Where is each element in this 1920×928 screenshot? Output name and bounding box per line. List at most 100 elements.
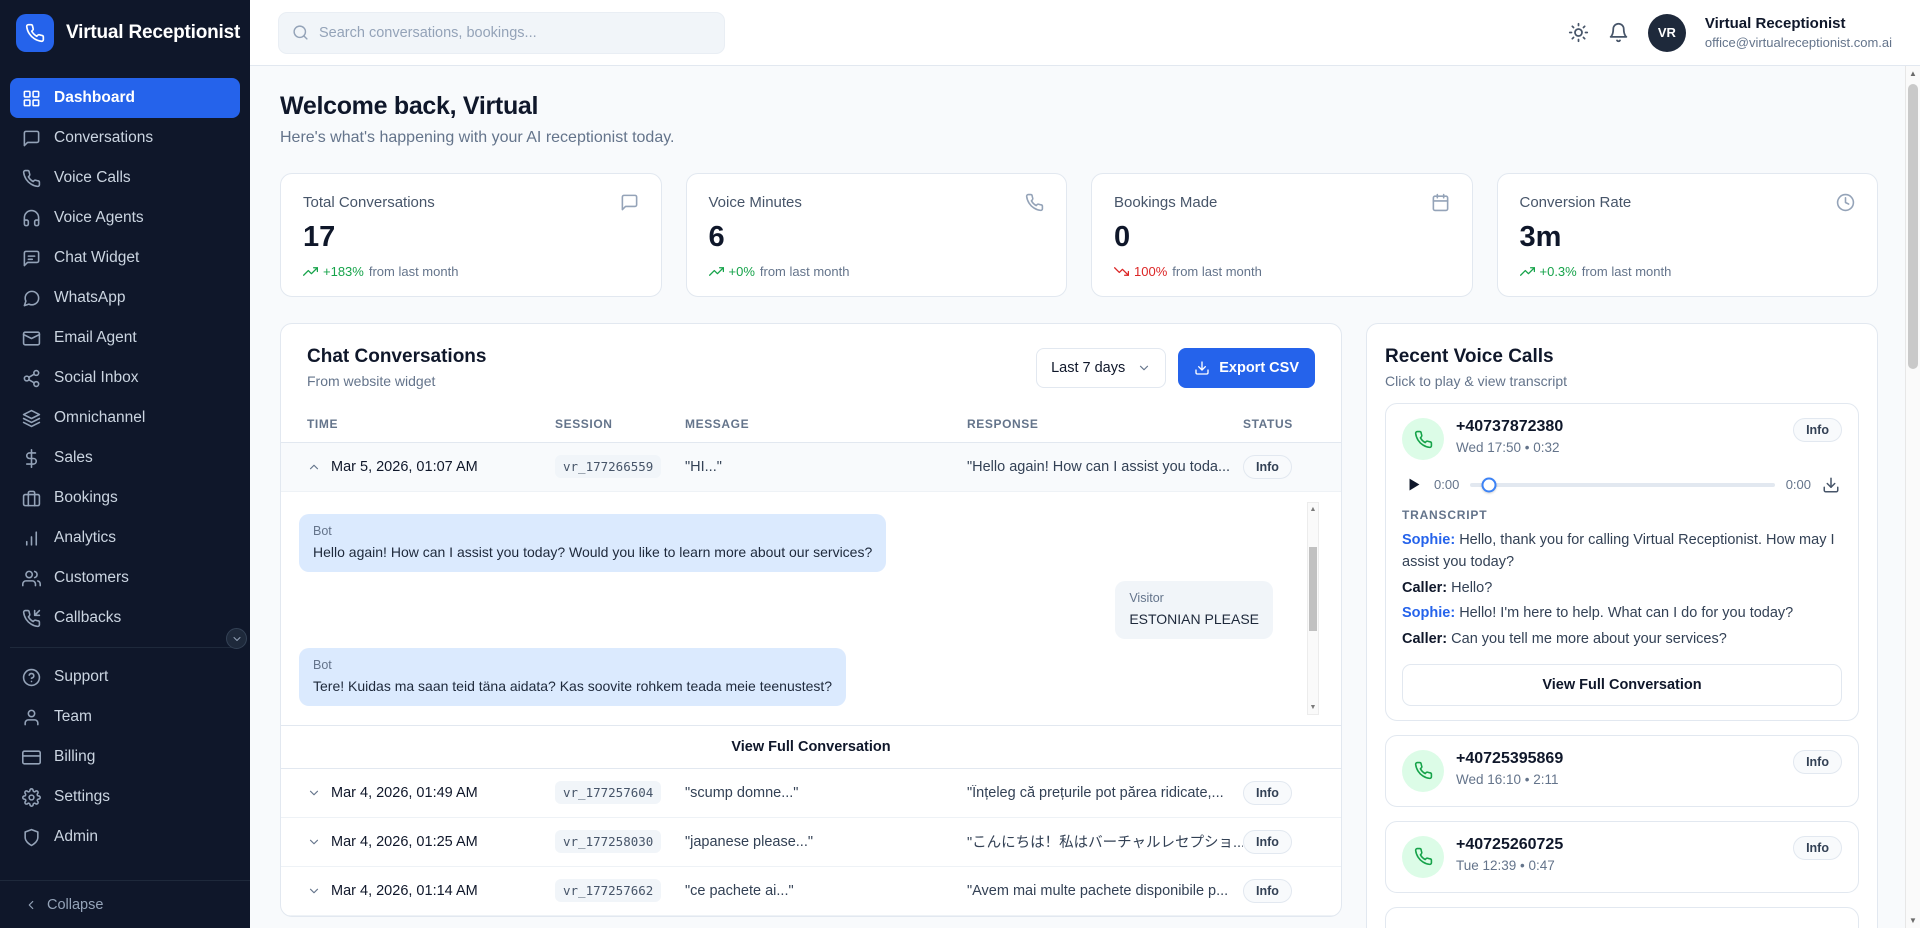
download-recording-button[interactable] <box>1822 476 1840 494</box>
sidebar-item-chat-widget[interactable]: Chat Widget <box>10 238 240 278</box>
sidebar-item-billing[interactable]: Billing <box>10 737 240 777</box>
stat-delta: +183% <box>323 264 364 279</box>
session-id: vr_177266559 <box>555 455 661 478</box>
sidebar-item-omnichannel[interactable]: Omnichannel <box>10 398 240 438</box>
theme-toggle-button[interactable] <box>1568 22 1589 43</box>
sidebar-item-support[interactable]: Support <box>10 657 240 697</box>
chevron-down-icon[interactable] <box>307 884 321 898</box>
team-icon <box>22 708 41 727</box>
app-logo <box>16 14 54 52</box>
session-id: vr_177258030 <box>555 830 661 853</box>
stat-card-conversion-rate: Conversion Rate 3m +0.3% from last month <box>1497 173 1879 297</box>
message-preview: "HI..." <box>685 459 967 475</box>
play-button[interactable] <box>1404 475 1423 494</box>
sidebar-item-whatsapp[interactable]: WhatsApp <box>10 278 240 318</box>
download-icon <box>1194 360 1210 376</box>
call-meta: Wed 17:50 • 0:32 <box>1456 440 1563 455</box>
search-input[interactable] <box>319 25 711 41</box>
stat-delta: +0% <box>729 264 755 279</box>
scrollbar-thumb[interactable] <box>1309 547 1317 631</box>
table-row[interactable]: Mar 4, 2026, 01:25 AM vr_177258030 "japa… <box>281 818 1341 867</box>
users-icon <box>22 569 41 588</box>
table-row[interactable]: Mar 4, 2026, 01:49 AM vr_177257604 "scum… <box>281 769 1341 818</box>
sidebar-nav: Dashboard Conversations Voice Calls Voic… <box>0 66 250 638</box>
response-preview: "こんにちは！私はバーチャルレセプショ... <box>967 831 1243 852</box>
stat-delta: +0.3% <box>1540 264 1577 279</box>
sidebar-item-dashboard[interactable]: Dashboard <box>10 78 240 118</box>
table-header: TIME SESSION MESSAGE RESPONSE STATUS <box>281 405 1341 443</box>
table-row[interactable]: Mar 4, 2026, 01:14 AM vr_177257662 "ce p… <box>281 867 1341 916</box>
stat-delta-note: from last month <box>760 264 850 279</box>
phone-icon <box>25 23 45 43</box>
chevron-up-icon[interactable] <box>307 460 321 474</box>
trending-up-icon <box>303 264 318 279</box>
chat-bubble-icon <box>22 129 41 148</box>
scroll-down-arrow[interactable]: ▼ <box>1308 701 1318 714</box>
voice-call-card[interactable]: +40725395869 Wed 16:10 • 2:11 Info <box>1385 735 1859 807</box>
sidebar: Virtual Receptionist Dashboard Conversat… <box>0 0 250 928</box>
stat-cards: Total Conversations 17 +183%from last mo… <box>280 173 1878 297</box>
stat-delta-note: from last month <box>1582 264 1672 279</box>
sidebar-item-sales[interactable]: Sales <box>10 438 240 478</box>
session-id: vr_177257662 <box>555 879 661 902</box>
scroll-down-arrow[interactable]: ▼ <box>1906 913 1920 928</box>
table-row[interactable]: Mar 5, 2026, 01:07 AM vr_177266559 "HI..… <box>281 443 1341 492</box>
stat-label: Voice Minutes <box>709 194 802 211</box>
sun-icon <box>1568 22 1589 43</box>
sidebar-scroll-indicator[interactable] <box>226 628 247 649</box>
collapse-sidebar-button[interactable]: Collapse <box>0 880 250 928</box>
phone-icon <box>1402 836 1444 878</box>
avatar[interactable]: VR <box>1648 14 1686 52</box>
scrollbar-thumb[interactable] <box>1908 84 1918 369</box>
message-preview: "scump domne..." <box>685 785 967 801</box>
stat-delta-note: from last month <box>369 264 459 279</box>
scroll-up-arrow[interactable]: ▲ <box>1308 503 1318 516</box>
seek-slider[interactable] <box>1470 483 1774 487</box>
sidebar-item-social-inbox[interactable]: Social Inbox <box>10 358 240 398</box>
sidebar-item-analytics[interactable]: Analytics <box>10 518 240 558</box>
transcript-label: TRANSCRIPT <box>1402 508 1842 522</box>
page-scrollbar[interactable]: ▲ ▼ <box>1905 66 1920 928</box>
bot-message-bubble: Bot Tere! Kuidas ma saan teid täna aidat… <box>299 648 846 706</box>
export-csv-button[interactable]: Export CSV <box>1178 348 1315 388</box>
sidebar-item-callbacks[interactable]: Callbacks <box>10 598 240 638</box>
status-badge: Info <box>1793 750 1842 774</box>
voice-call-card[interactable]: +40725260725 Tue 12:39 • 0:47 Info <box>1385 821 1859 893</box>
stat-label: Bookings Made <box>1114 194 1217 211</box>
stat-value: 3m <box>1520 221 1856 254</box>
voice-call-card-partial[interactable] <box>1385 907 1859 928</box>
sidebar-item-voice-calls[interactable]: Voice Calls <box>10 158 240 198</box>
notifications-button[interactable] <box>1608 22 1629 43</box>
date-range-select[interactable]: Last 7 days <box>1036 348 1166 388</box>
response-preview: "Hello again! How can I assist you toda.… <box>967 459 1243 475</box>
view-full-conversation-link[interactable]: View Full Conversation <box>281 726 1341 769</box>
chevron-down-icon[interactable] <box>307 786 321 800</box>
sidebar-item-bookings[interactable]: Bookings <box>10 478 240 518</box>
phone-icon <box>1025 193 1044 212</box>
conversation-preview: Bot Hello again! How can I assist you to… <box>281 492 1341 726</box>
stat-label: Conversion Rate <box>1520 194 1632 211</box>
view-full-conversation-button[interactable]: View Full Conversation <box>1402 664 1842 706</box>
scroll-up-arrow[interactable]: ▲ <box>1906 66 1920 81</box>
chevron-down-icon[interactable] <box>307 835 321 849</box>
message-square-icon <box>22 249 41 268</box>
slider-thumb[interactable] <box>1481 477 1496 492</box>
total-time: 0:00 <box>1786 477 1811 492</box>
headset-icon <box>22 209 41 228</box>
sidebar-item-team[interactable]: Team <box>10 697 240 737</box>
sidebar-item-email-agent[interactable]: Email Agent <box>10 318 240 358</box>
caller-number: +40725395869 <box>1456 750 1563 768</box>
status-badge: Info <box>1793 418 1842 442</box>
sender-label: Visitor <box>1129 591 1259 605</box>
sidebar-item-conversations[interactable]: Conversations <box>10 118 240 158</box>
sidebar-item-settings[interactable]: Settings <box>10 777 240 817</box>
voice-call-card[interactable]: +40737872380 Wed 17:50 • 0:32 Info 0:00 … <box>1385 403 1859 721</box>
message-preview: "japanese please..." <box>685 834 967 850</box>
sidebar-item-voice-agents[interactable]: Voice Agents <box>10 198 240 238</box>
search-box <box>278 12 725 54</box>
chevron-left-icon <box>24 898 38 912</box>
conversation-scrollbar[interactable]: ▲ ▼ <box>1307 502 1319 715</box>
sidebar-item-customers[interactable]: Customers <box>10 558 240 598</box>
transcript-line: Sophie: Hello, thank you for calling Vir… <box>1402 530 1842 574</box>
sidebar-item-admin[interactable]: Admin <box>10 817 240 857</box>
